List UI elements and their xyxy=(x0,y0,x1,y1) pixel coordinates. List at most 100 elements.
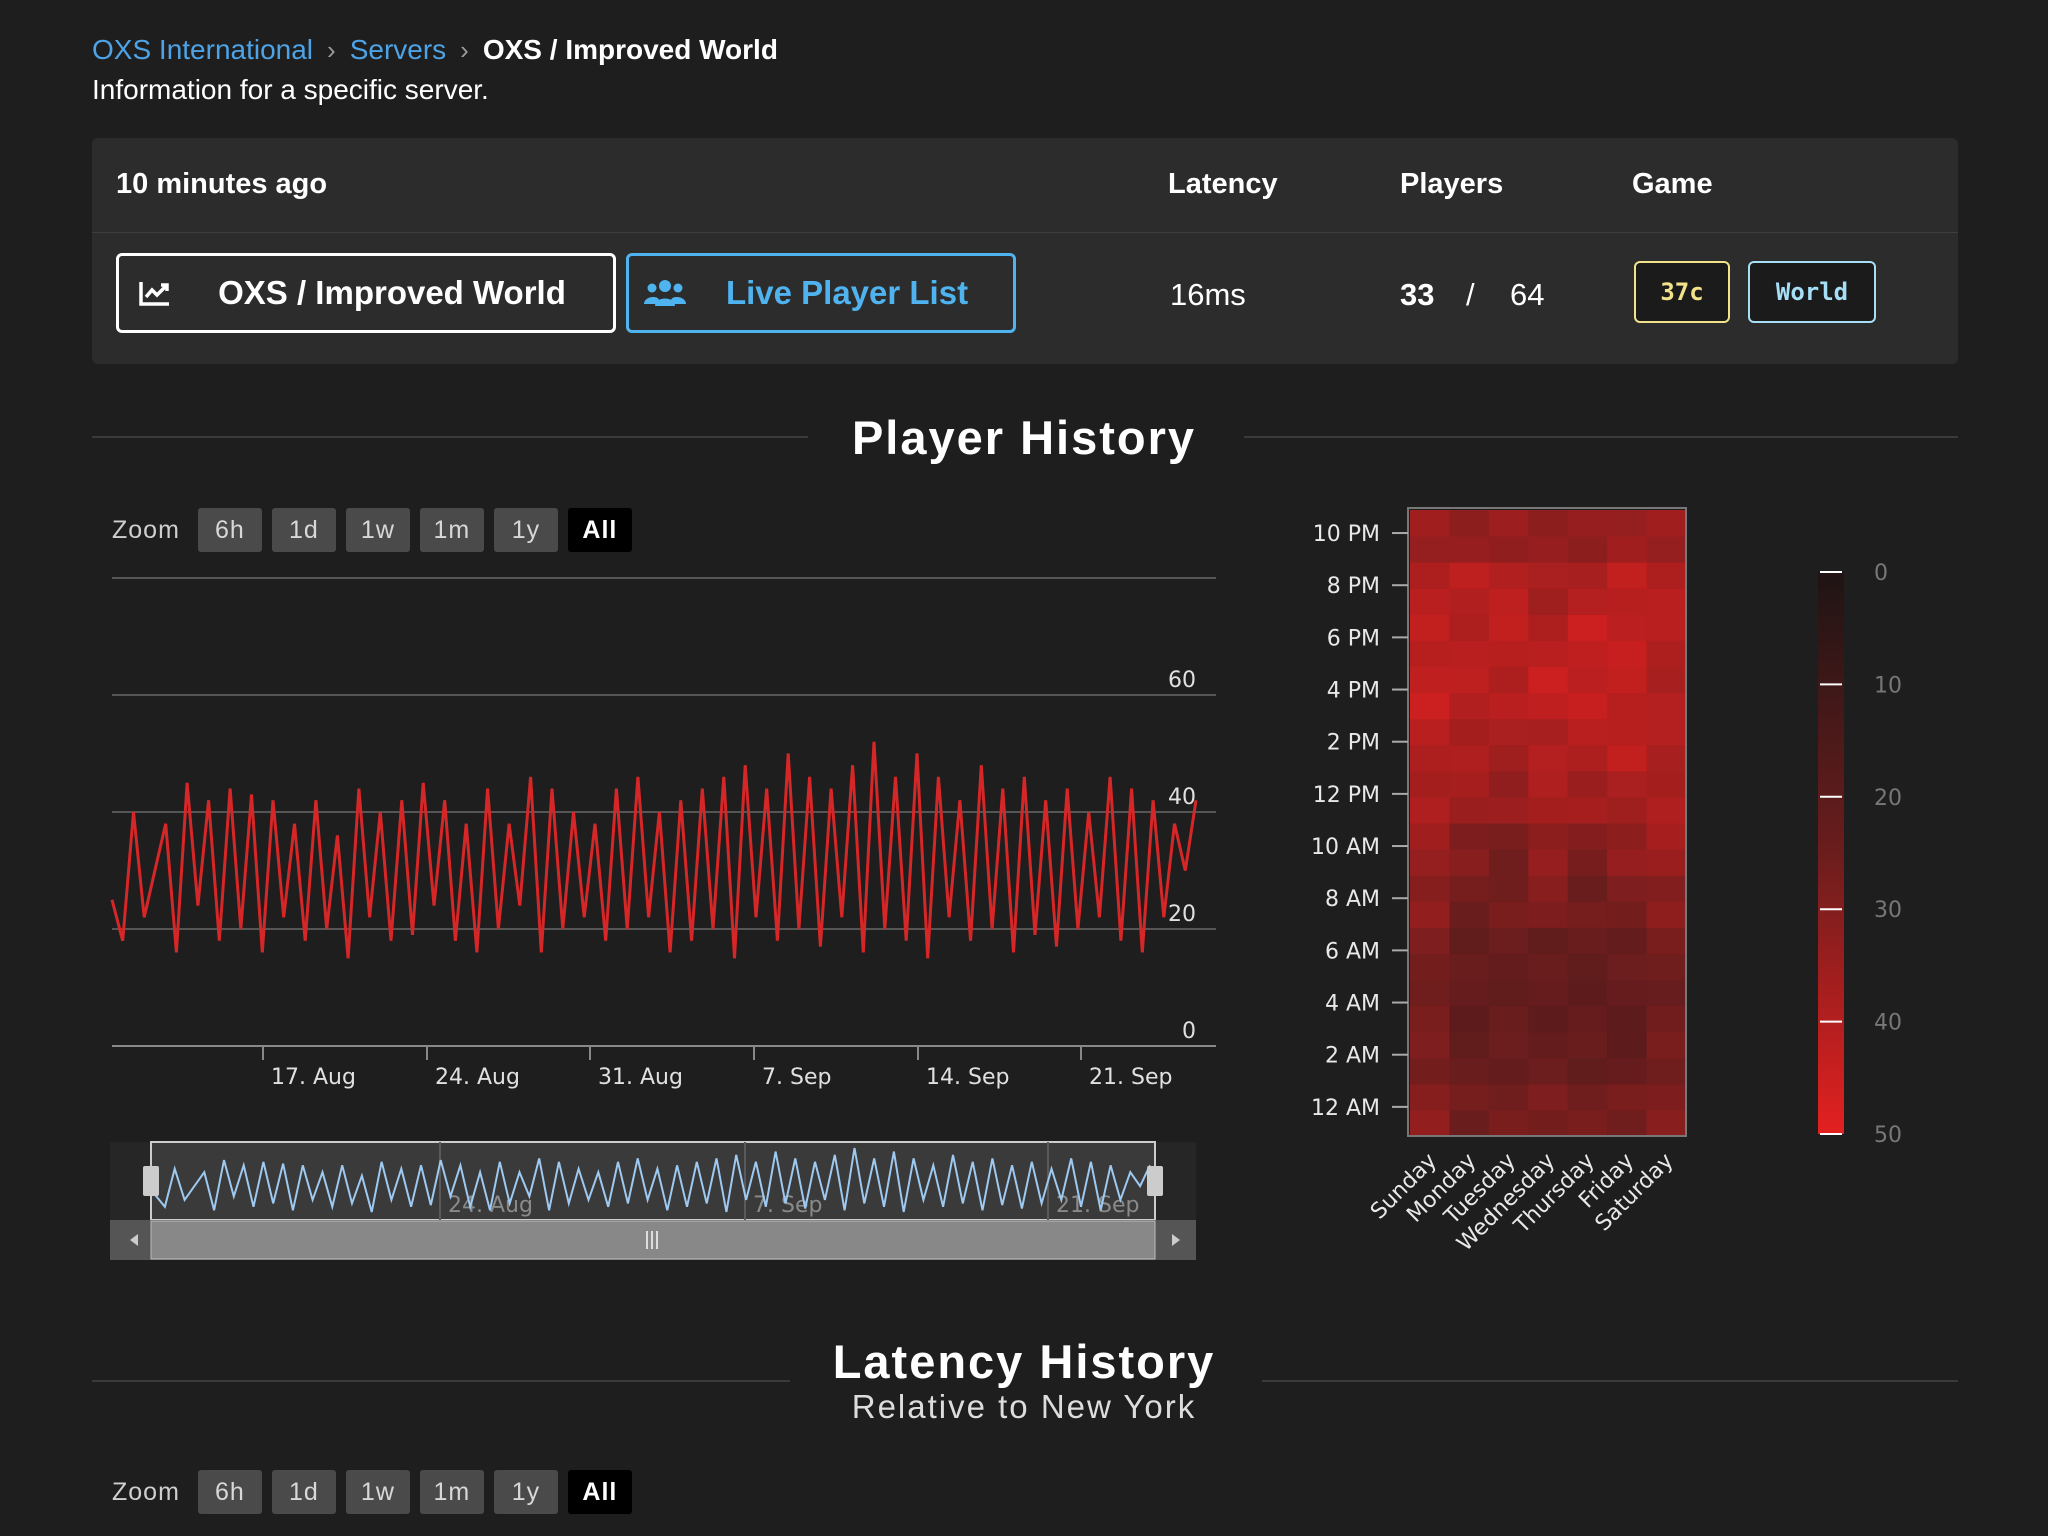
heatmap-cell xyxy=(1607,953,1647,980)
zoom-6h-button[interactable]: 6h xyxy=(197,1470,262,1514)
heatmap-cell xyxy=(1607,979,1647,1007)
heatmap-cell xyxy=(1410,979,1450,1007)
zoom-label: Zoom xyxy=(112,1477,180,1506)
heatmap-cell xyxy=(1488,1083,1529,1111)
latency-zoom-controls: Zoom 6h 1d 1w 1m 1y All xyxy=(112,1470,632,1514)
heatmap-cell xyxy=(1449,718,1490,746)
y-tick-label: 8 PM xyxy=(1327,574,1380,599)
heatmap-cell xyxy=(1567,979,1608,1007)
zoom-all-button[interactable]: All xyxy=(567,1470,632,1514)
heatmap-cell xyxy=(1567,614,1608,641)
heatmap-cell xyxy=(1488,849,1529,876)
heatmap-cell xyxy=(1488,796,1529,824)
heatmap-cell xyxy=(1528,1083,1569,1111)
heatmap-cell xyxy=(1410,1109,1450,1137)
heatmap-cell xyxy=(1449,849,1490,876)
heatmap-cell xyxy=(1607,1005,1647,1033)
heatmap-cell xyxy=(1488,744,1529,772)
heatmap-cell xyxy=(1528,796,1569,824)
x-tick-label: 24. Aug xyxy=(435,1065,520,1090)
heatmap-cell xyxy=(1449,562,1490,589)
heatmap-cell xyxy=(1646,510,1687,537)
heatmap-cell xyxy=(1646,849,1687,876)
heatmap-cell xyxy=(1528,1057,1569,1085)
heatmap-cell xyxy=(1567,640,1608,667)
zoom-1m-button[interactable]: 1m xyxy=(419,1470,484,1514)
x-tick-label: 31. Aug xyxy=(598,1065,683,1090)
latency-history-subtitle: Relative to New York xyxy=(851,1388,1197,1425)
heatmap-cell xyxy=(1607,640,1647,667)
y-tick-label: 4 PM xyxy=(1327,679,1380,704)
heatmap-cell xyxy=(1528,770,1569,798)
heatmap-cell xyxy=(1449,614,1490,641)
heatmap-cell xyxy=(1449,875,1490,902)
heatmap-cell xyxy=(1410,823,1450,850)
heatmap-cell xyxy=(1449,1109,1490,1137)
zoom-1w-button[interactable]: 1w xyxy=(345,1470,410,1514)
heatmap-cell xyxy=(1567,1083,1608,1111)
y-tick-label: 4 AM xyxy=(1325,992,1380,1017)
heatmap-cell xyxy=(1488,979,1529,1007)
game-tag: World xyxy=(1748,261,1876,323)
heatmap-cell xyxy=(1646,614,1687,641)
heatmap-cell xyxy=(1567,953,1608,980)
heatmap-cell xyxy=(1449,770,1490,798)
heatmap-cell xyxy=(1607,796,1647,824)
heatmap-cell xyxy=(1410,1057,1450,1085)
heatmap-cell xyxy=(1646,953,1687,980)
colorbar-tick-label: 30 xyxy=(1874,898,1902,923)
heatmap-cell xyxy=(1567,744,1608,772)
heatmap-cell xyxy=(1410,640,1450,667)
heatmap-cell xyxy=(1449,901,1490,928)
heatmap-cell xyxy=(1410,588,1450,615)
heatmap-cell xyxy=(1646,536,1687,563)
colorbar-tick-label: 0 xyxy=(1874,561,1888,586)
players-separator: / xyxy=(1466,277,1475,312)
heatmap-cell xyxy=(1528,744,1569,772)
heatmap-cell xyxy=(1607,1109,1647,1137)
heatmap-cell xyxy=(1410,953,1450,980)
navigator-right-handle[interactable] xyxy=(1147,1166,1163,1196)
heatmap-cell xyxy=(1607,770,1647,798)
heatmap-cell xyxy=(1488,536,1529,563)
heatmap-cell xyxy=(1410,744,1450,772)
heatmap-cell xyxy=(1488,901,1529,928)
heatmap-cell xyxy=(1646,1005,1687,1033)
heatmap-cell xyxy=(1410,536,1450,563)
heatmap-cell xyxy=(1410,614,1450,641)
heatmap-cell xyxy=(1528,901,1569,928)
heatmap-cell xyxy=(1646,875,1687,902)
y-tick-label: 2 PM xyxy=(1327,731,1380,756)
heatmap-cell xyxy=(1567,666,1608,694)
heatmap-cell xyxy=(1646,744,1687,772)
heatmap-cell xyxy=(1646,666,1687,694)
heatmap-cell xyxy=(1410,1083,1450,1111)
zoom-1d-button[interactable]: 1d xyxy=(271,1470,336,1514)
y-tick-label: 6 PM xyxy=(1327,626,1380,651)
chart-navigator[interactable]: 24. Aug 7. Sep 21. Sep xyxy=(110,1141,1196,1260)
heatmap-cell xyxy=(1449,953,1490,980)
y-tick-label: 40 xyxy=(1168,785,1196,810)
heatmap-cell xyxy=(1567,718,1608,746)
colorbar-tick-label: 20 xyxy=(1874,786,1902,811)
heatmap-cell xyxy=(1607,875,1647,902)
heatmap-cell xyxy=(1567,796,1608,824)
heatmap-cell xyxy=(1567,692,1608,720)
heatmap-cell xyxy=(1449,796,1490,824)
heatmap-cell xyxy=(1567,875,1608,902)
heatmap-cell xyxy=(1528,666,1569,694)
heatmap-cell xyxy=(1567,1057,1608,1085)
heatmap-cell xyxy=(1488,953,1529,980)
heatmap-cell xyxy=(1449,692,1490,720)
navigator-left-handle[interactable] xyxy=(143,1166,159,1196)
zoom-1y-button[interactable]: 1y xyxy=(493,1470,558,1514)
y-tick-label: 0 xyxy=(1182,1019,1196,1044)
heatmap-cell xyxy=(1449,510,1490,537)
heatmap-cell xyxy=(1488,510,1529,537)
heatmap-cell xyxy=(1567,823,1608,850)
heatmap-cell xyxy=(1528,562,1569,589)
heatmap-cell xyxy=(1410,562,1450,589)
heatmap-cell xyxy=(1646,1109,1687,1137)
heatmap-cell xyxy=(1567,588,1608,615)
heatmap-cell xyxy=(1488,692,1529,720)
